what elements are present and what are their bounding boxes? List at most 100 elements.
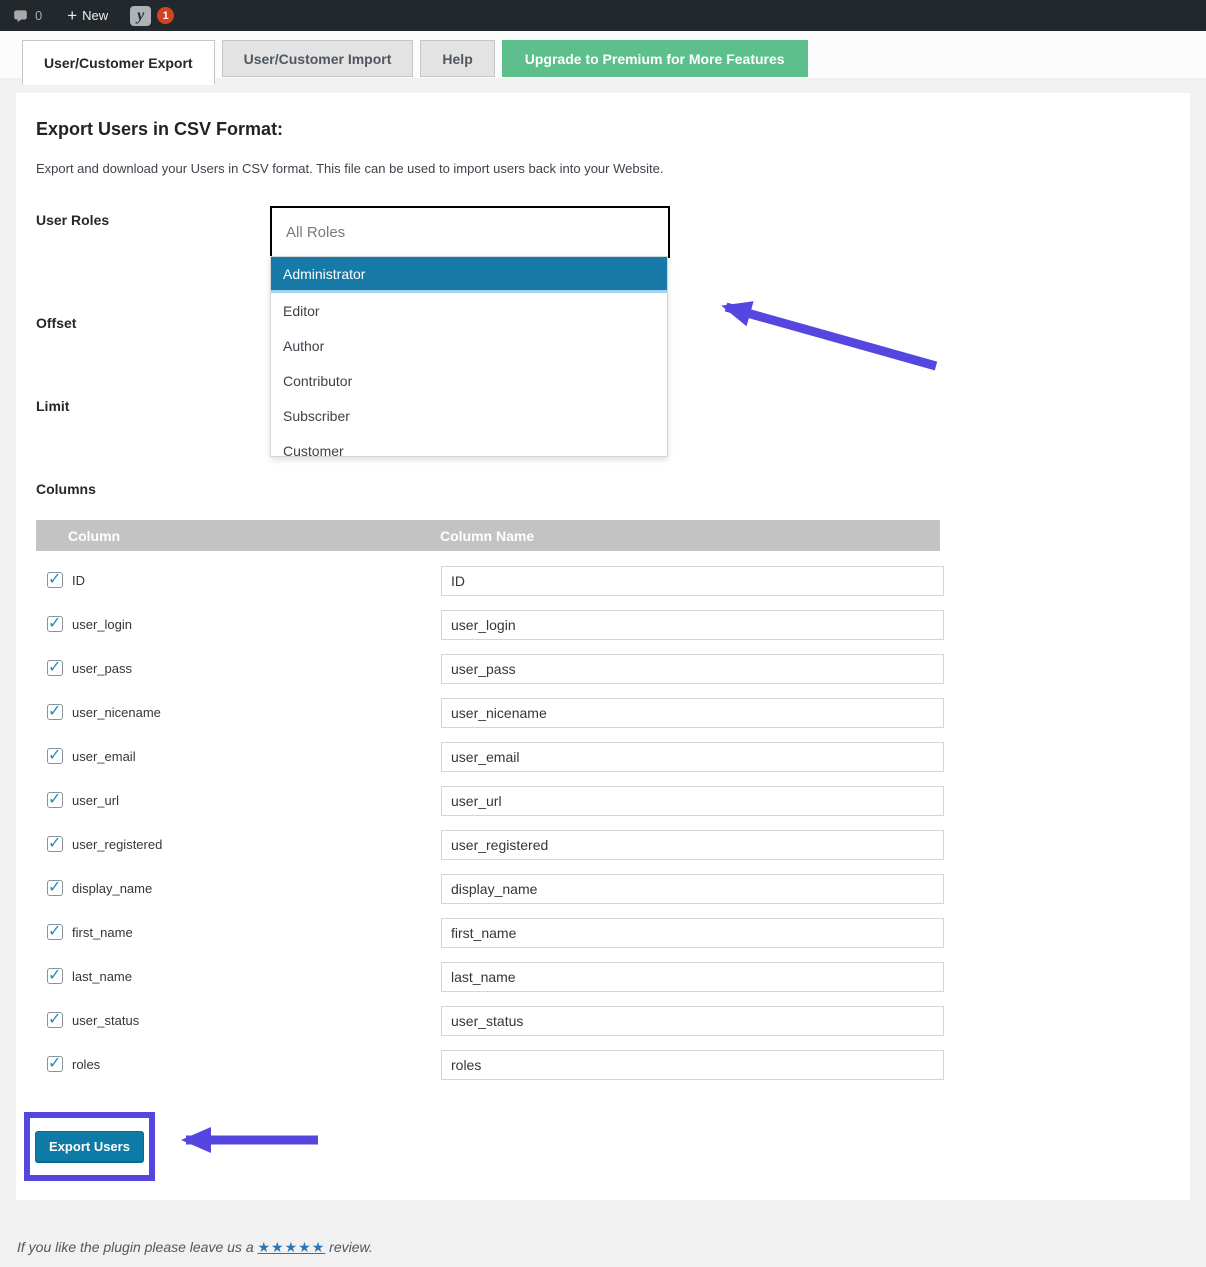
column-checkbox[interactable]: ✓ bbox=[47, 704, 63, 720]
yoast-seo-menu[interactable]: y 1 bbox=[130, 6, 174, 26]
checkmark-icon: ✓ bbox=[48, 613, 61, 633]
checkmark-icon: ✓ bbox=[48, 745, 61, 765]
checkmark-icon: ✓ bbox=[48, 921, 61, 941]
tab-strip: User/Customer ExportUser/Customer Import… bbox=[0, 31, 1206, 78]
column-name-input[interactable] bbox=[441, 610, 944, 640]
highlight-box-annotation: Export Users bbox=[24, 1112, 155, 1181]
column-label: user_pass bbox=[72, 661, 132, 676]
column-checkbox[interactable]: ✓ bbox=[47, 616, 63, 632]
checkmark-icon: ✓ bbox=[48, 877, 61, 897]
role-options-list: AdministratorEditorAuthorContributorSubs… bbox=[270, 256, 668, 457]
column-checkbox[interactable]: ✓ bbox=[47, 1012, 63, 1028]
column-label: user_registered bbox=[72, 837, 162, 852]
comment-count: 0 bbox=[35, 8, 42, 23]
tab-help[interactable]: Help bbox=[420, 40, 494, 77]
checkmark-icon: ✓ bbox=[48, 701, 61, 721]
column-label: user_url bbox=[72, 793, 119, 808]
nav-tabs: User/Customer ExportUser/Customer Import… bbox=[22, 40, 815, 85]
column-checkbox[interactable]: ✓ bbox=[47, 836, 63, 852]
limit-label: Limit bbox=[36, 398, 69, 414]
page-description: Export and download your Users in CSV fo… bbox=[36, 161, 663, 176]
tab-user-customer-import[interactable]: User/Customer Import bbox=[222, 40, 414, 77]
plus-icon: + bbox=[67, 7, 77, 24]
checkmark-icon: ✓ bbox=[48, 569, 61, 589]
column-checkbox[interactable]: ✓ bbox=[47, 924, 63, 940]
column-label: display_name bbox=[72, 881, 152, 896]
new-button[interactable]: + New bbox=[67, 7, 108, 24]
column-label: user_nicename bbox=[72, 705, 161, 720]
column-name-input[interactable] bbox=[441, 830, 944, 860]
yoast-seo-icon: y bbox=[130, 6, 151, 26]
new-label: New bbox=[82, 8, 108, 23]
table-row: ✓ first_name bbox=[36, 911, 944, 955]
column-name-input[interactable] bbox=[441, 874, 944, 904]
notification-badge: 1 bbox=[157, 7, 174, 24]
column-name-header: Column Name bbox=[440, 528, 534, 544]
comment-bubble-icon bbox=[13, 9, 28, 23]
five-star-review-link[interactable]: ★★★★★ bbox=[258, 1239, 326, 1255]
column-checkbox[interactable]: ✓ bbox=[47, 572, 63, 588]
role-option-contributor[interactable]: Contributor bbox=[271, 363, 667, 398]
offset-label: Offset bbox=[36, 315, 76, 331]
table-row: ✓ user_pass bbox=[36, 647, 944, 691]
tab-user-customer-export[interactable]: User/Customer Export bbox=[22, 40, 215, 85]
role-option-subscriber[interactable]: Subscriber bbox=[271, 398, 667, 433]
footer-text-before: If you like the plugin please leave us a bbox=[17, 1239, 254, 1255]
column-name-input[interactable] bbox=[441, 1006, 944, 1036]
table-row: ✓ user_status bbox=[36, 999, 944, 1043]
column-label: user_login bbox=[72, 617, 132, 632]
user-roles-input[interactable] bbox=[284, 223, 664, 242]
column-name-input[interactable] bbox=[441, 1050, 944, 1080]
upgrade-premium-button[interactable]: Upgrade to Premium for More Features bbox=[502, 40, 808, 77]
column-label: user_email bbox=[72, 749, 136, 764]
column-label: roles bbox=[72, 1057, 100, 1072]
user-roles-label: User Roles bbox=[36, 212, 109, 228]
column-name-input[interactable] bbox=[441, 742, 944, 772]
review-footer: If you like the plugin please leave us a… bbox=[17, 1239, 373, 1256]
column-name-input[interactable] bbox=[441, 654, 944, 684]
footer-text-after: review. bbox=[329, 1239, 373, 1255]
column-label: user_status bbox=[72, 1013, 139, 1028]
checkmark-icon: ✓ bbox=[48, 1053, 61, 1073]
column-name-input[interactable] bbox=[441, 566, 944, 596]
table-row: ✓ ID bbox=[36, 559, 944, 603]
page-title: Export Users in CSV Format: bbox=[36, 119, 283, 140]
column-name-input[interactable] bbox=[441, 786, 944, 816]
column-label: ID bbox=[72, 573, 85, 588]
column-name-input[interactable] bbox=[441, 698, 944, 728]
column-name-input[interactable] bbox=[441, 962, 944, 992]
role-option-editor[interactable]: Editor bbox=[271, 293, 667, 328]
column-checkbox[interactable]: ✓ bbox=[47, 968, 63, 984]
column-name-input[interactable] bbox=[441, 918, 944, 948]
column-checkbox[interactable]: ✓ bbox=[47, 792, 63, 808]
checkmark-icon: ✓ bbox=[48, 789, 61, 809]
table-row: ✓ user_url bbox=[36, 779, 944, 823]
table-row: ✓ display_name bbox=[36, 867, 944, 911]
role-option-administrator[interactable]: Administrator bbox=[271, 257, 667, 293]
role-option-customer[interactable]: Customer bbox=[271, 433, 667, 457]
role-option-author[interactable]: Author bbox=[271, 328, 667, 363]
column-label: last_name bbox=[72, 969, 132, 984]
checkmark-icon: ✓ bbox=[48, 1009, 61, 1029]
export-users-button[interactable]: Export Users bbox=[35, 1131, 144, 1162]
column-checkbox[interactable]: ✓ bbox=[47, 880, 63, 896]
checkmark-icon: ✓ bbox=[48, 657, 61, 677]
wp-admin-bar: 0 + New y 1 bbox=[0, 0, 1206, 31]
columns-label: Columns bbox=[36, 481, 96, 497]
table-row: ✓ user_login bbox=[36, 603, 944, 647]
checkmark-icon: ✓ bbox=[48, 965, 61, 985]
column-label: first_name bbox=[72, 925, 133, 940]
table-row: ✓ user_email bbox=[36, 735, 944, 779]
arrow-to-dropdown bbox=[726, 307, 936, 366]
column-checkbox[interactable]: ✓ bbox=[47, 660, 63, 676]
table-row: ✓ last_name bbox=[36, 955, 944, 999]
export-panel: Export Users in CSV Format: Export and d… bbox=[16, 93, 1190, 1200]
comments-indicator[interactable]: 0 bbox=[13, 8, 42, 23]
table-row: ✓ roles bbox=[36, 1043, 944, 1087]
user-roles-combobox[interactable] bbox=[270, 206, 670, 258]
table-row: ✓ user_nicename bbox=[36, 691, 944, 735]
column-header: Column bbox=[68, 528, 120, 544]
table-row: ✓ user_registered bbox=[36, 823, 944, 867]
column-checkbox[interactable]: ✓ bbox=[47, 1056, 63, 1072]
column-checkbox[interactable]: ✓ bbox=[47, 748, 63, 764]
